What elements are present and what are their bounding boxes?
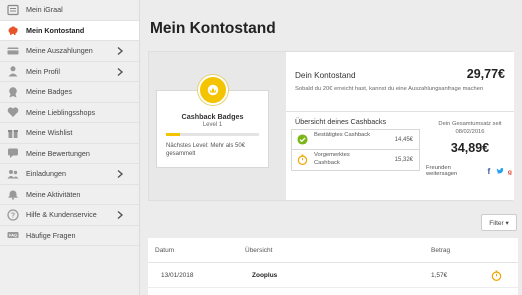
- google-plus-icon[interactable]: g: [506, 167, 514, 175]
- sidebar-item-mein-profil[interactable]: Mein Profil: [0, 62, 139, 82]
- sidebar-item-label: Meine Aktivitäten: [26, 189, 81, 199]
- transactions-table: Datum Übersicht Betrag 13/01/2018 Zooplu…: [148, 238, 518, 295]
- sidebar-item-haeufige-fragen[interactable]: FAQ Häufige Fragen: [0, 226, 139, 246]
- total-revenue-value: 34,89€: [450, 141, 490, 155]
- badge-icon: [6, 85, 19, 98]
- list-icon: [6, 3, 19, 16]
- row-date: 13/01/2018: [161, 272, 194, 279]
- table-row[interactable]: 13/01/2018 Zooplus 1,57€: [148, 263, 518, 288]
- sidebar-item-mein-igraal[interactable]: Mein iGraal: [0, 0, 139, 21]
- sidebar-item-label: Meine Auszahlungen: [26, 46, 93, 56]
- bell-icon: [6, 188, 19, 201]
- table-header: Datum Übersicht Betrag: [148, 238, 518, 263]
- sidebar: Mein iGraal Mein Kontostand Meine Auszah…: [0, 0, 140, 295]
- badge-title: Cashback Badges: [181, 112, 244, 121]
- balance-box: Dein Kontostand 29,77€ Sobald du 20€ err…: [286, 52, 514, 112]
- cashback-row-label: Bestätigtes Cashback: [314, 132, 371, 138]
- badge-next-level: Nächstes Level: Mehr als 50€ gesammelt: [166, 143, 246, 157]
- users-icon: [6, 167, 19, 180]
- sidebar-item-meine-lieblingsshops[interactable]: Meine Lieblingsshops: [0, 103, 139, 123]
- check-circle-icon: [297, 134, 308, 145]
- main-content: Mein Kontostand Cashback Badges Level 1 …: [141, 0, 522, 295]
- sidebar-item-meine-wishlist[interactable]: Meine Wishlist: [0, 123, 139, 144]
- total-revenue-label: Dein Gesamtumsatz seit 08/02/2016: [438, 121, 502, 135]
- piggy-bank-icon: [6, 24, 19, 37]
- cashback-table: Bestätigtes Cashback 14,45€ Vorgemerktes…: [291, 129, 420, 171]
- sidebar-item-einladungen[interactable]: Einladungen: [0, 164, 139, 185]
- sidebar-item-hilfe-kundenservice[interactable]: ? Hilfe & Kundenservice: [0, 205, 139, 226]
- sidebar-item-meine-bewertungen[interactable]: Meine Bewertungen: [0, 144, 139, 164]
- cashback-row-value: 15,32€: [394, 157, 413, 163]
- svg-text:FAQ: FAQ: [9, 234, 17, 238]
- cashback-row-confirmed: Bestätigtes Cashback 14,45€: [292, 130, 419, 150]
- sidebar-item-label: Häufige Fragen: [26, 230, 76, 240]
- faq-icon: FAQ: [6, 229, 19, 242]
- row-amount: 1,57€: [431, 272, 448, 279]
- balance-value: 29,77€: [466, 67, 505, 81]
- badge-progress-fill: [166, 133, 180, 136]
- badge-level: Level 1: [202, 122, 223, 128]
- sidebar-item-meine-badges[interactable]: Meine Badges: [0, 82, 139, 103]
- sidebar-item-label: Mein Profil: [26, 66, 60, 76]
- chevron-right-icon: [117, 210, 124, 220]
- chat-icon: [6, 147, 19, 160]
- help-icon: ?: [6, 208, 19, 221]
- svg-text:g: g: [508, 169, 512, 175]
- cashback-overview: Übersicht deines Cashbacks Bestätigtes C…: [286, 112, 514, 200]
- cashback-title: Übersicht deines Cashbacks: [295, 117, 387, 126]
- chevron-right-icon: [117, 46, 124, 56]
- page-title: Mein Kontostand: [150, 20, 276, 37]
- sidebar-item-label: Meine Badges: [26, 87, 72, 97]
- badge-progress-bar: [166, 133, 259, 136]
- column-header-overview: Übersicht: [245, 247, 273, 254]
- chevron-right-icon: [117, 67, 124, 76]
- badge-medal-icon: [198, 75, 228, 105]
- cashback-row-pending: Vorgemerktes Cashback 15,32€: [292, 150, 419, 170]
- cashback-row-value: 14,45€: [394, 137, 413, 143]
- sidebar-item-mein-kontostand[interactable]: Mein Kontostand: [0, 20, 139, 41]
- balance-note: Sobald du 20€ erreicht hast, kannst du e…: [295, 86, 484, 92]
- user-icon: [6, 65, 19, 78]
- share-label: Freunden weitersagen: [426, 165, 458, 177]
- cashback-row-label: Vorgemerktes Cashback: [314, 152, 350, 166]
- sidebar-item-label: Meine Lieblingsshops: [26, 107, 96, 117]
- sidebar-item-label: Meine Bewertungen: [26, 148, 90, 158]
- svg-text:?: ?: [10, 212, 14, 219]
- column-header-date: Datum: [155, 247, 175, 254]
- facebook-icon[interactable]: f: [485, 167, 493, 175]
- badge-card: Cashback Badges Level 1 Nächstes Level: …: [156, 75, 269, 168]
- sidebar-item-label: Einladungen: [26, 169, 66, 179]
- sidebar-item-label: Hilfe & Kundenservice: [26, 210, 97, 220]
- stopwatch-icon: [491, 270, 502, 281]
- column-header-amount: Betrag: [431, 247, 451, 254]
- share-row: Freunden weitersagen f g: [426, 165, 514, 177]
- balance-panel: Cashback Badges Level 1 Nächstes Level: …: [148, 51, 514, 201]
- stopwatch-icon: [297, 154, 308, 165]
- sidebar-item-label: Mein iGraal: [26, 5, 63, 15]
- sidebar-item-meine-aktivitaeten[interactable]: Meine Aktivitäten: [0, 185, 139, 205]
- card-icon: [6, 44, 19, 57]
- gift-icon: [6, 126, 19, 139]
- sidebar-item-label: Meine Wishlist: [26, 128, 73, 138]
- balance-label: Dein Kontostand: [295, 71, 356, 80]
- svg-text:f: f: [487, 167, 490, 175]
- sidebar-item-meine-auszahlungen[interactable]: Meine Auszahlungen: [0, 41, 139, 62]
- chevron-right-icon: [117, 169, 124, 179]
- twitter-icon[interactable]: [496, 167, 504, 175]
- row-overview: Zooplus: [252, 272, 278, 279]
- filter-button[interactable]: Filter ▾: [481, 214, 517, 231]
- sidebar-item-label: Mein Kontostand: [26, 25, 85, 35]
- heart-icon: [6, 106, 19, 119]
